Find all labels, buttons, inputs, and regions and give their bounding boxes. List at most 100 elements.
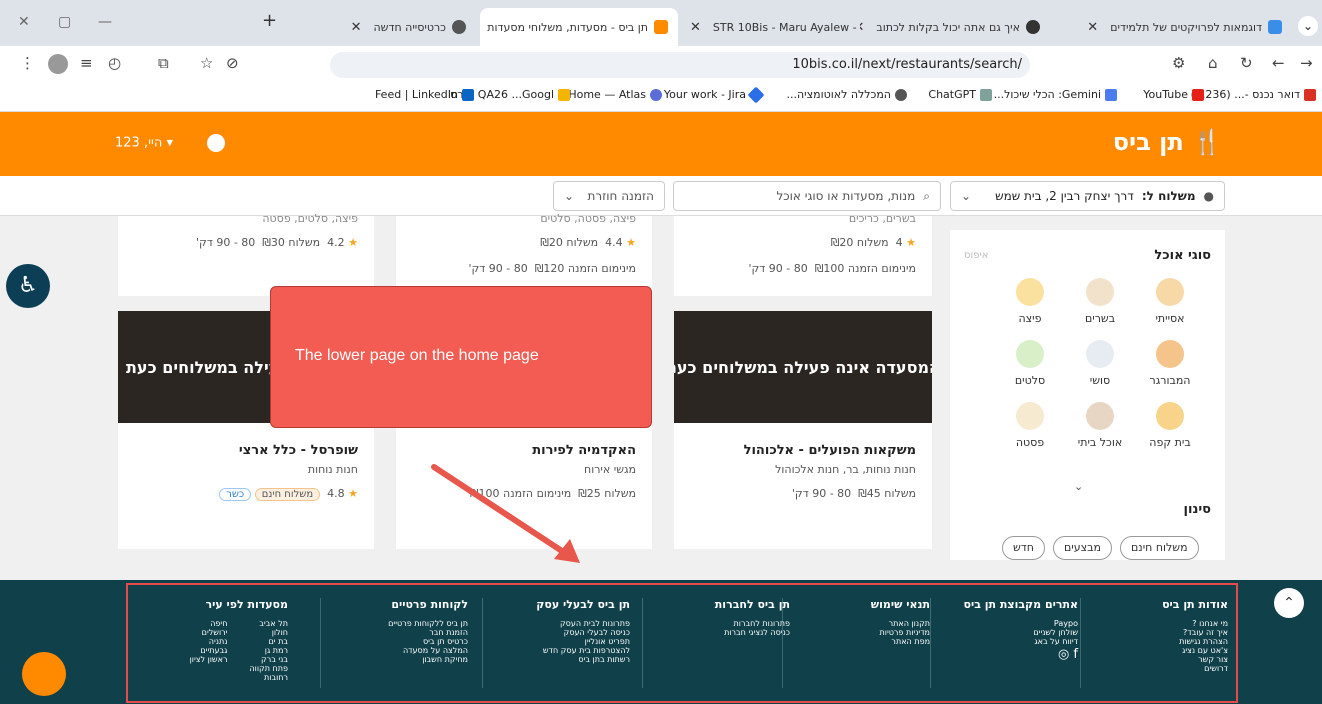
bookmark-youtube[interactable]: YouTube: [1143, 88, 1204, 101]
search-input[interactable]: ⌕ מנות, מסעדות או סוגי אוכל: [673, 181, 941, 211]
footer-link[interactable]: פתח תקווה: [249, 664, 288, 673]
footer-link[interactable]: חיפה: [190, 619, 227, 628]
footer-link[interactable]: פתרונות לבית העסק: [543, 619, 630, 628]
restaurant-card[interactable]: המסעדה אינה פעילה במשלוחים כעת משקאות הפ…: [674, 311, 932, 549]
footer-link[interactable]: מפת האתר: [880, 637, 930, 646]
menu-icon[interactable]: ⋮: [20, 54, 35, 72]
chat-bubble-button[interactable]: [22, 652, 66, 696]
back-icon[interactable]: →: [1300, 54, 1313, 72]
chevron-down-icon: ⌄: [564, 189, 575, 203]
scroll-to-top-button[interactable]: ⌃: [1274, 588, 1304, 618]
food-type-home-food[interactable]: אוכל ביתי: [1065, 402, 1135, 449]
footer-link[interactable]: דיווח על באג: [1033, 637, 1078, 646]
bookmark-gmail[interactable]: דואר נכנס -... (1,236): [1191, 88, 1316, 101]
forward-icon[interactable]: ←: [1272, 54, 1285, 72]
accessibility-icon[interactable]: ♿: [6, 264, 50, 308]
food-type-salad[interactable]: סלטים: [995, 340, 1065, 387]
bookmark-gemini[interactable]: Gemini: הכלי שיכול...: [994, 88, 1117, 101]
footer-link[interactable]: תפריט אונליין: [543, 637, 630, 646]
footer-link[interactable]: ירושלים: [190, 628, 228, 637]
footer-link[interactable]: איך זה עובד?: [1179, 628, 1228, 637]
footer-link[interactable]: ראשון לציון: [190, 655, 228, 664]
footer-link[interactable]: רשתות בתן ביס: [543, 655, 630, 664]
footer-link[interactable]: גבעתיים: [190, 646, 227, 655]
profile-avatar[interactable]: [48, 54, 68, 74]
home-icon[interactable]: ⌂: [1208, 54, 1218, 72]
footer-link[interactable]: דרושים: [1179, 664, 1228, 673]
footer-link[interactable]: תקנון האתר: [880, 619, 930, 628]
footer-link[interactable]: תל אביב: [249, 619, 288, 628]
tab-search-icon[interactable]: ⌄: [1298, 16, 1318, 36]
footer-link[interactable]: צ'אט עם נציג: [1179, 646, 1228, 655]
footer-link[interactable]: כניסה לבעלי העסק: [543, 628, 630, 637]
footer-link[interactable]: כרטיס תן ביס: [388, 637, 468, 646]
history-icon[interactable]: ◴: [108, 54, 121, 72]
footer-link[interactable]: בת ים: [249, 637, 288, 646]
eye-off-icon[interactable]: ⊘: [226, 54, 239, 72]
filter-new[interactable]: חדש: [1002, 536, 1045, 560]
footer-link[interactable]: בני ברק: [249, 655, 288, 664]
food-type-sushi[interactable]: סושי: [1065, 340, 1135, 387]
restaurant-card-partial[interactable]: בשרים, כריכים ★ 4 משלוח ₪20 מינימום הזמנ…: [674, 212, 932, 296]
food-type-skewer[interactable]: בשרים: [1065, 278, 1135, 325]
close-tab-icon[interactable]: ✕: [1087, 20, 1098, 35]
reload-icon[interactable]: ↻: [1240, 54, 1253, 72]
site-settings-icon[interactable]: ⚙: [1172, 54, 1185, 72]
footer-link[interactable]: שולחן לשניים: [1033, 628, 1078, 637]
close-tab-icon[interactable]: ✕: [351, 20, 362, 35]
bookmark-chatgpt[interactable]: ChatGPT: [928, 88, 992, 101]
footer-link[interactable]: מחיקת חשבון: [388, 655, 468, 664]
footer-link[interactable]: חולון: [249, 628, 288, 637]
tab-10bis-active[interactable]: תן ביס - מסעדות, משלוחי מסעדות✕: [480, 8, 678, 46]
footer-link[interactable]: רמת גן: [249, 646, 288, 655]
instagram-icon[interactable]: ◎: [1058, 647, 1069, 662]
tab-write-easily[interactable]: איך גם אתה יכול בקלות לכתוב✕: [860, 8, 1050, 46]
bookmark-linkedin[interactable]: Feed | LinkedIn: [375, 88, 474, 101]
footer-link[interactable]: צור קשר: [1179, 655, 1228, 664]
facebook-icon[interactable]: f: [1073, 647, 1078, 662]
footer-link[interactable]: פתרונות לחברות: [724, 619, 790, 628]
filter-free-delivery[interactable]: משלוח חינם: [1120, 536, 1199, 560]
food-type-pasta[interactable]: פסטה: [995, 402, 1065, 449]
bookmark-star-icon[interactable]: ☆: [200, 54, 213, 72]
footer-link[interactable]: Paypo: [1033, 619, 1078, 628]
footer-link[interactable]: כניסה לנציגי חברות: [724, 628, 790, 637]
footer-divider: [482, 598, 483, 688]
restaurant-card-partial[interactable]: פיצה, פסטה, סלטים ★ 4.4 משלוח ₪20 מינימו…: [396, 212, 652, 296]
restaurant-card-partial[interactable]: פיצה, סלטים, פסטה ★ 4.2 משלוח ₪30 80 - 9…: [118, 212, 374, 296]
food-type-pizza[interactable]: פיצה: [995, 278, 1065, 325]
close-window-icon[interactable]: ✕: [18, 14, 30, 30]
footer-link[interactable]: מדיניות פרטיות: [880, 628, 931, 637]
minimize-window-icon[interactable]: —: [98, 14, 112, 30]
extensions-icon[interactable]: ⧉: [158, 54, 169, 72]
reading-list-icon[interactable]: ≡: [80, 54, 93, 72]
reorder-dropdown[interactable]: הזמנה חוזרת ⌄: [553, 181, 665, 211]
food-type-coffee[interactable]: בית קפה: [1135, 402, 1205, 449]
food-type-burger[interactable]: המבורגר: [1135, 340, 1205, 387]
expand-chevron-icon[interactable]: ⌄: [1074, 480, 1083, 493]
food-type-bowl[interactable]: אסייתי: [1135, 278, 1205, 325]
delivery-address-selector[interactable]: ● משלוח ל: דרך יצחק רבין 2, בית שמש ⌄: [950, 181, 1225, 211]
footer-link[interactable]: הזמנת חבר: [388, 628, 468, 637]
tab-student-projects[interactable]: דוגמאות לפרויקטים של תלמידים ✕: [1052, 8, 1292, 46]
tenbis-logo[interactable]: 🍴 תן ביס: [1113, 128, 1222, 156]
tab-new-tab[interactable]: כרטיסייה חדשה ✕: [296, 8, 476, 46]
new-tab-button[interactable]: +: [262, 10, 277, 31]
filter-deals[interactable]: מבצעים: [1053, 536, 1113, 560]
user-menu[interactable]: ▾ היי, 123: [115, 134, 226, 152]
bookmark-automation-college[interactable]: המכללה לאוטומציה...: [786, 88, 907, 101]
footer-link[interactable]: תן ביס ללקוחות פרטיים: [388, 619, 468, 628]
tab-str-10bis[interactable]: ✕STR 10Bis - Maru Ayalew - mar: [680, 8, 858, 46]
restore-window-icon[interactable]: ▢: [58, 14, 71, 30]
footer-link[interactable]: מי אנחנו ?: [1179, 619, 1228, 628]
close-tab-icon[interactable]: ✕: [690, 20, 701, 35]
footer-link[interactable]: להצטרפות בית עסק חדש: [543, 646, 630, 655]
footer-link[interactable]: נתניה: [190, 637, 228, 646]
close-tab-icon[interactable]: ✕: [860, 20, 864, 35]
bookmark-jira[interactable]: Your work - Jira: [664, 86, 765, 103]
footer-link[interactable]: רחובות: [249, 673, 288, 682]
footer-link[interactable]: המלצה על מסעדה: [388, 646, 468, 655]
footer-link[interactable]: הצהרת נגישות: [1179, 637, 1228, 646]
reset-filter-link[interactable]: איפוס: [964, 250, 988, 261]
bookmark-atlas[interactable]: Home — Atlas: [568, 88, 662, 101]
